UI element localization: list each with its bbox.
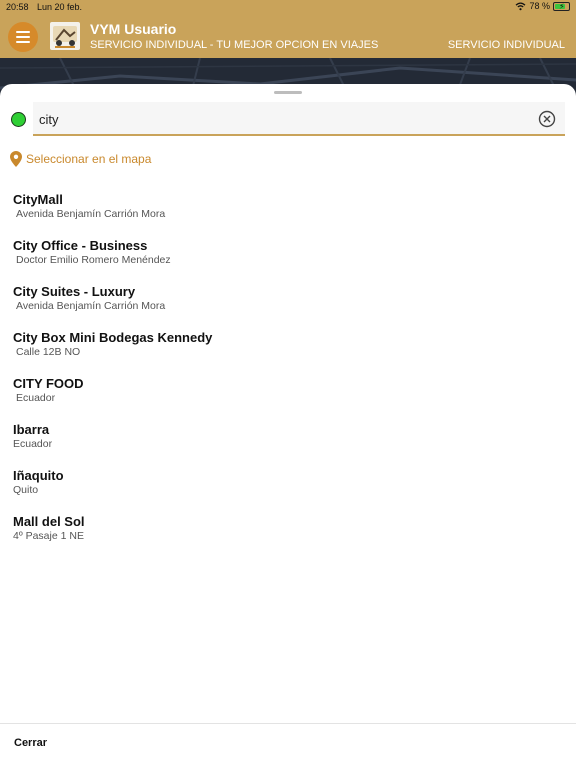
app-title: VYM Usuario — [90, 21, 177, 37]
select-on-map-label: Seleccionar en el mapa — [26, 152, 152, 166]
app-logo — [50, 22, 80, 50]
map-pin-icon — [10, 151, 22, 167]
search-row — [0, 102, 576, 138]
status-time: 20:58 — [6, 2, 29, 12]
hamburger-icon — [16, 31, 30, 43]
search-sheet: Seleccionar en el mapa CityMall Avenida … — [0, 84, 576, 768]
search-box — [33, 102, 565, 136]
app-header: VYM Usuario SERVICIO INDIVIDUAL - TU MEJ… — [0, 14, 576, 58]
search-input[interactable] — [39, 108, 529, 130]
menu-button[interactable] — [8, 22, 38, 52]
list-item[interactable]: Mall del Sol 4º Pasaje 1 NE — [0, 514, 576, 560]
result-address: Quito — [13, 484, 39, 496]
service-label: SERVICIO INDIVIDUAL — [447, 39, 565, 51]
sheet-grabber[interactable] — [274, 91, 302, 94]
results-list: CityMall Avenida Benjamín Carrión Mora C… — [0, 192, 576, 560]
list-item[interactable]: City Suites - Luxury Avenida Benjamín Ca… — [0, 284, 576, 330]
result-name: Iñaquito — [13, 468, 64, 483]
select-on-map-link[interactable]: Seleccionar en el mapa — [10, 151, 151, 167]
result-address: Avenida Benjamín Carrión Mora — [16, 208, 166, 220]
wifi-icon — [516, 1, 526, 10]
sheet-footer: Cerrar — [0, 723, 576, 768]
result-name: CityMall — [13, 192, 63, 207]
close-button[interactable]: Cerrar — [14, 737, 47, 749]
battery-charging-icon: ⚡ — [553, 1, 570, 11]
result-address: Avenida Benjamín Carrión Mora — [16, 300, 166, 312]
result-address: Calle 12B NO — [16, 346, 81, 358]
result-address: Doctor Emilio Romero Menéndez — [16, 254, 171, 266]
battery-percent: 78 % — [529, 1, 550, 11]
list-item[interactable]: City Office - Business Doctor Emilio Rom… — [0, 238, 576, 284]
result-name: City Office - Business — [13, 238, 148, 253]
result-address: Ecuador — [13, 438, 53, 450]
list-item[interactable]: Iñaquito Quito — [0, 468, 576, 514]
status-bar: 20:58 Lun 20 feb. 78 % ⚡ — [0, 0, 576, 14]
result-address: Ecuador — [16, 392, 56, 404]
result-name: City Box Mini Bodegas Kennedy — [13, 330, 213, 345]
result-name: City Suites - Luxury — [13, 284, 136, 299]
close-circle-icon[interactable] — [538, 110, 556, 128]
green-dot-icon — [11, 112, 26, 127]
result-name: Mall del Sol — [13, 514, 85, 529]
list-item[interactable]: CITY FOOD Ecuador — [0, 376, 576, 422]
list-item[interactable]: City Box Mini Bodegas Kennedy Calle 12B … — [0, 330, 576, 376]
status-date: Lun 20 feb. — [37, 2, 83, 12]
app-subtitle: SERVICIO INDIVIDUAL - TU MEJOR OPCION EN… — [90, 39, 379, 51]
result-address: 4º Pasaje 1 NE — [13, 530, 84, 542]
list-item[interactable]: Ibarra Ecuador — [0, 422, 576, 468]
result-name: Ibarra — [13, 422, 50, 437]
list-item[interactable]: CityMall Avenida Benjamín Carrión Mora — [0, 192, 576, 238]
result-name: CITY FOOD — [13, 376, 84, 391]
status-right: 78 % ⚡ — [515, 1, 570, 11]
